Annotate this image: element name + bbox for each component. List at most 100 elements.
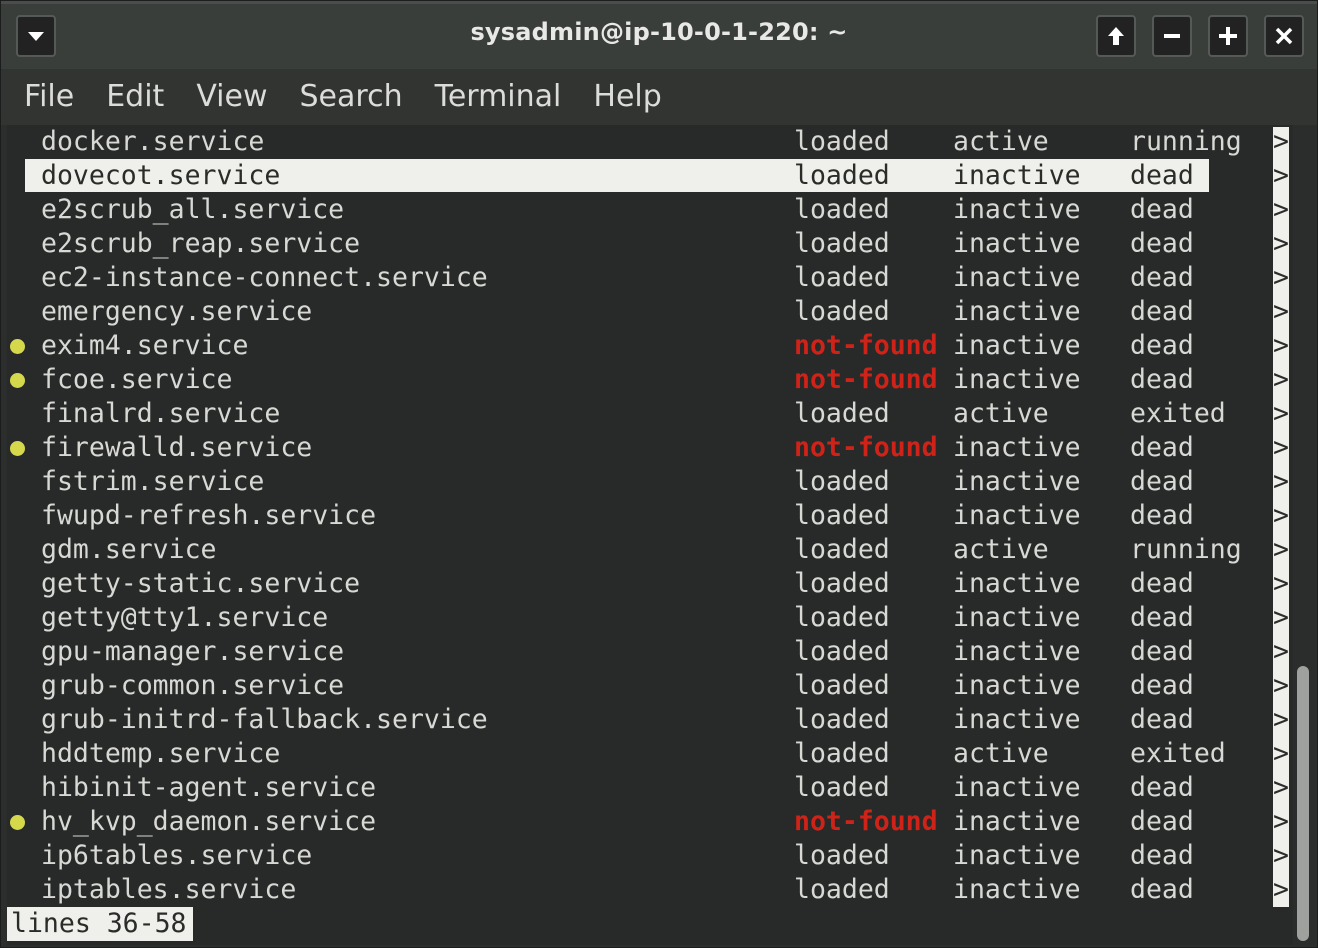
unit-sub-state: running: [1130, 534, 1242, 565]
raise-window-button[interactable]: [1096, 15, 1136, 57]
unit-sub-state: dead: [1130, 806, 1194, 837]
unit-sub-state: dead: [1130, 636, 1194, 667]
unit-name: iptables.service: [41, 874, 297, 905]
unit-row[interactable]: finalrd.service loaded active exited >: [7, 397, 1293, 431]
unit-load-state: loaded: [794, 296, 890, 327]
unit-active-state: inactive: [953, 602, 1081, 633]
close-button[interactable]: [1264, 15, 1304, 57]
unit-row[interactable]: grub-initrd-fallback.service loaded inacti…: [7, 703, 1293, 737]
unit-active-state: inactive: [953, 194, 1081, 225]
unit-active-state: inactive: [953, 806, 1081, 837]
more-indicator: >: [1273, 194, 1289, 225]
more-indicator: >: [1273, 772, 1289, 803]
unit-active-state: inactive: [953, 262, 1081, 293]
more-indicator: >: [1273, 806, 1289, 837]
unit-name: exim4.service: [41, 330, 249, 361]
unit-active-state: inactive: [953, 636, 1081, 667]
menu-help[interactable]: Help: [593, 82, 661, 112]
more-indicator: >: [1273, 602, 1289, 633]
more-indicator: >: [1273, 296, 1289, 327]
unit-row[interactable]: fwupd-refresh.service loaded inactive dead >: [7, 499, 1293, 533]
unit-sub-state: exited: [1130, 738, 1226, 769]
maximize-button[interactable]: [1208, 15, 1248, 57]
unit-sub-state: dead: [1130, 500, 1194, 531]
unit-load-state: loaded: [794, 160, 890, 191]
unit-name: ec2-instance-connect.service: [41, 262, 488, 293]
unit-active-state: inactive: [953, 330, 1081, 361]
menu-view[interactable]: View: [196, 82, 267, 112]
unit-sub-state: dead: [1130, 194, 1194, 225]
unit-sub-state: dead: [1130, 466, 1194, 497]
unit-active-state: inactive: [953, 670, 1081, 701]
unit-row[interactable]: firewalld.service not-found inactive dead >: [7, 431, 1293, 465]
unit-row[interactable]: ip6tables.service loaded inactive dead >: [7, 839, 1293, 873]
menu-search[interactable]: Search: [300, 82, 403, 112]
unit-active-state: inactive: [953, 228, 1081, 259]
unit-row[interactable]: fstrim.service loaded inactive dead >: [7, 465, 1293, 499]
more-indicator: >: [1273, 364, 1289, 395]
unit-load-state: loaded: [794, 466, 890, 497]
more-indicator: >: [1273, 500, 1289, 531]
terminal-window: sysadmin@ip-10-0-1-220: ~ File Edit View…: [0, 0, 1318, 948]
unit-load-state: loaded: [794, 636, 890, 667]
unit-name: grub-initrd-fallback.service: [41, 704, 488, 735]
unit-active-state: inactive: [953, 432, 1081, 463]
unit-row[interactable]: hibinit-agent.service loaded inactive dead >: [7, 771, 1293, 805]
unit-sub-state: dead: [1130, 704, 1194, 735]
scrollbar[interactable]: [1293, 125, 1315, 945]
more-indicator: >: [1273, 398, 1289, 429]
unit-sub-state: dead: [1130, 670, 1194, 701]
unit-row[interactable]: getty-static.service loaded inactive dead >: [7, 567, 1293, 601]
unit-row[interactable]: gpu-manager.service loaded inactive dead >: [7, 635, 1293, 669]
menu-edit[interactable]: Edit: [106, 82, 164, 112]
unit-row[interactable]: dovecot.service loaded inactive dead >: [7, 159, 1293, 193]
more-indicator: >: [1273, 636, 1289, 667]
unit-name: hddtemp.service: [41, 738, 281, 769]
unit-active-state: inactive: [953, 466, 1081, 497]
unit-row[interactable]: e2scrub_all.service loaded inactive dead >: [7, 193, 1293, 227]
unit-row[interactable]: fcoe.service not-found inactive dead >: [7, 363, 1293, 397]
unit-row[interactable]: e2scrub_reap.service loaded inactive dead >: [7, 227, 1293, 261]
pager-status: lines 36-58: [7, 907, 193, 941]
menu-file[interactable]: File: [24, 82, 74, 112]
unit-name: grub-common.service: [41, 670, 345, 701]
unit-active-state: inactive: [953, 500, 1081, 531]
unit-row[interactable]: getty@tty1.service loaded inactive dead >: [7, 601, 1293, 635]
warning-dot-icon: [10, 441, 25, 456]
unit-load-state: loaded: [794, 534, 890, 565]
unit-name: hibinit-agent.service: [41, 772, 377, 803]
unit-row[interactable]: grub-common.service loaded inactive dead >: [7, 669, 1293, 703]
unit-name: getty@tty1.service: [41, 602, 329, 633]
unit-sub-state: dead: [1130, 228, 1194, 259]
minimize-button[interactable]: [1152, 15, 1192, 57]
unit-load-state: loaded: [794, 602, 890, 633]
unit-row[interactable]: hddtemp.service loaded active exited >: [7, 737, 1293, 771]
unit-row[interactable]: docker.service loaded active running >: [7, 125, 1293, 159]
unit-name: dovecot.service: [41, 160, 281, 191]
terminal-output[interactable]: docker.service loaded active running > doveco…: [7, 125, 1293, 945]
unit-row[interactable]: exim4.service not-found inactive dead >: [7, 329, 1293, 363]
more-indicator: >: [1273, 568, 1289, 599]
unit-sub-state: dead: [1130, 840, 1194, 871]
more-indicator: >: [1273, 840, 1289, 871]
unit-row[interactable]: gdm.service loaded active running >: [7, 533, 1293, 567]
unit-load-state: loaded: [794, 568, 890, 599]
unit-load-state: not-found: [794, 432, 938, 463]
more-indicator: >: [1273, 738, 1289, 769]
unit-load-state: loaded: [794, 874, 890, 905]
unit-load-state: loaded: [794, 738, 890, 769]
title-bar: sysadmin@ip-10-0-1-220: ~: [1, 1, 1317, 69]
unit-name: getty-static.service: [41, 568, 361, 599]
scrollbar-thumb[interactable]: [1297, 666, 1309, 941]
more-indicator: >: [1273, 534, 1289, 565]
unit-active-state: inactive: [953, 874, 1081, 905]
unit-row[interactable]: iptables.service loaded inactive dead >: [7, 873, 1293, 907]
menu-terminal[interactable]: Terminal: [435, 82, 562, 112]
more-indicator: >: [1273, 704, 1289, 735]
unit-row[interactable]: hv_kvp_daemon.service not-found inactive de…: [7, 805, 1293, 839]
unit-row[interactable]: ec2-instance-connect.service loaded inacti…: [7, 261, 1293, 295]
unit-name: hv_kvp_daemon.service: [41, 806, 377, 837]
unit-load-state: loaded: [794, 840, 890, 871]
unit-row[interactable]: emergency.service loaded inactive dead >: [7, 295, 1293, 329]
unit-load-state: loaded: [794, 500, 890, 531]
